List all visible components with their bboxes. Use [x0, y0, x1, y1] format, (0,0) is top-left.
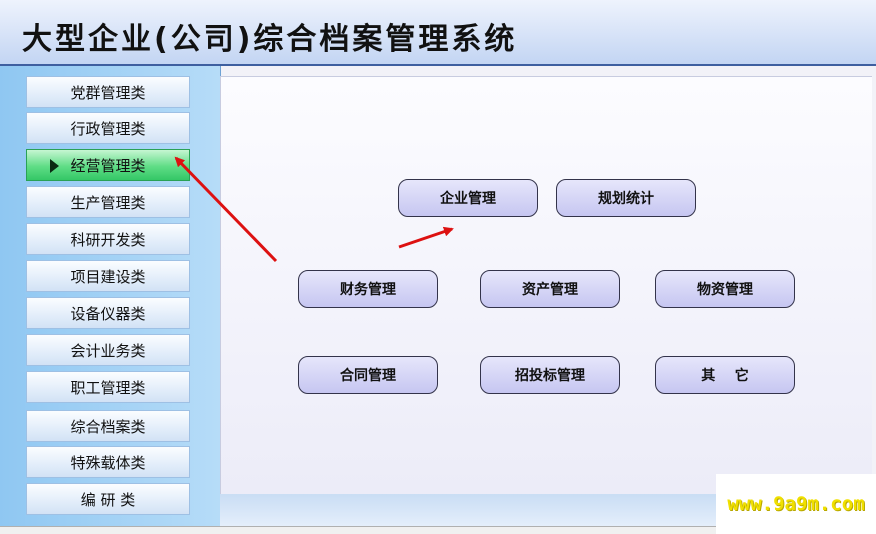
planning-statistics-button[interactable]: 规划统计	[556, 179, 696, 217]
sidebar-item-label: 编 研 类	[80, 490, 136, 509]
sidebar-item-label: 行政管理类	[70, 119, 146, 138]
contract-management-button[interactable]: 合同管理	[298, 356, 438, 394]
app-title: 大型企业(公司)综合档案管理系统	[22, 22, 518, 57]
sidebar-item-label: 设备仪器类	[70, 304, 146, 323]
enterprise-management-button[interactable]: 企业管理	[398, 179, 538, 217]
sidebar-item-equipment[interactable]: 设备仪器类	[26, 297, 190, 329]
sidebar-item-label: 综合档案类	[70, 417, 146, 436]
finance-management-button[interactable]: 财务管理	[298, 270, 438, 308]
sidebar-item-admin[interactable]: 行政管理类	[26, 112, 190, 144]
sidebar-item-label: 经营管理类	[70, 156, 146, 175]
sidebar-item-label: 特殊载体类	[70, 453, 146, 472]
selected-triangle-icon	[50, 159, 59, 173]
sidebar-item-label: 生产管理类	[70, 193, 146, 212]
sidebar-item-staff[interactable]: 职工管理类	[26, 371, 190, 403]
app-header: 大型企业(公司)综合档案管理系统	[0, 0, 876, 66]
sidebar-item-projects[interactable]: 项目建设类	[26, 260, 190, 292]
bidding-management-button[interactable]: 招投标管理	[480, 356, 620, 394]
sidebar-item-label: 项目建设类	[70, 267, 146, 286]
sidebar-item-production[interactable]: 生产管理类	[26, 186, 190, 218]
sidebar-item-label: 科研开发类	[70, 230, 146, 249]
asset-management-button[interactable]: 资产管理	[480, 270, 620, 308]
sidebar-item-party[interactable]: 党群管理类	[26, 76, 190, 108]
category-sidebar: 党群管理类 行政管理类 经营管理类 生产管理类 科研开发类 项目建设类 设备仪器…	[0, 66, 221, 526]
materials-management-button[interactable]: 物资管理	[655, 270, 795, 308]
sidebar-item-research[interactable]: 科研开发类	[26, 223, 190, 255]
sidebar-item-operations[interactable]: 经营管理类	[26, 149, 190, 181]
sidebar-item-general-archives[interactable]: 综合档案类	[26, 410, 190, 442]
sidebar-item-label: 职工管理类	[70, 378, 146, 397]
sidebar-item-label: 党群管理类	[70, 83, 146, 102]
sidebar-item-special-media[interactable]: 特殊载体类	[26, 446, 190, 478]
sidebar-item-label: 会计业务类	[70, 341, 146, 360]
site-watermark: www.9a9m.com	[716, 474, 876, 534]
other-button[interactable]: 其 它	[655, 356, 795, 394]
sidebar-item-accounting[interactable]: 会计业务类	[26, 334, 190, 366]
sidebar-item-compilation[interactable]: 编 研 类	[26, 483, 190, 515]
